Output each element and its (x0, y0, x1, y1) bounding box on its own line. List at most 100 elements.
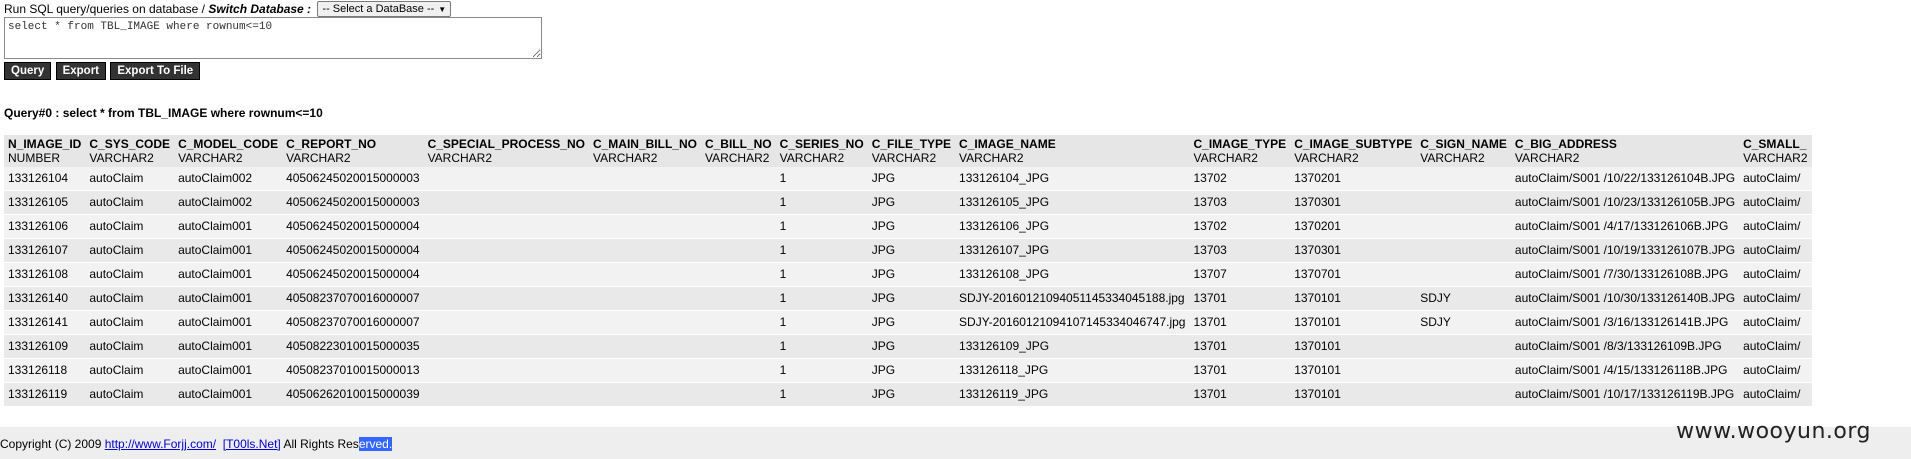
column-type: VARCHAR2 (89, 151, 154, 165)
table-cell: SDJY (1416, 310, 1511, 335)
table-cell: autoClaim001 (174, 310, 283, 335)
table-cell: 133126140 (4, 286, 86, 311)
column-name: C_SPECIAL_PROCESS_NO (427, 137, 585, 151)
table-cell: 133126106_JPG (955, 214, 1190, 239)
column-name: C_BIG_ADDRESS (1514, 137, 1617, 151)
table-cell: 1370101 (1290, 358, 1417, 383)
table-cell (1416, 167, 1511, 191)
table-cell (700, 310, 776, 335)
table-body: 133126104 autoClaim autoClaim002 4050624502… (4, 167, 1812, 407)
column-type: VARCHAR2 (592, 151, 658, 165)
table-cell: autoClaim/ (1739, 334, 1812, 359)
sql-query-input[interactable]: select * from TBL_IMAGE where rownum<=10 (4, 17, 542, 59)
table-cell: 1370101 (1290, 334, 1417, 359)
table-row: 133126140 autoClaim autoClaim001 4050823707… (4, 286, 1812, 311)
table-cell: autoClaim/S001 /10/23/133126105B.JPG (1510, 190, 1740, 215)
table-cell (423, 214, 589, 239)
table-cell: JPG (867, 214, 956, 239)
result-grid: N_IMAGE_ID NUMBER C_SYS_CODE VARCHAR2 C_MODE… (4, 135, 1911, 407)
column-name: C_IMAGE_SUBTYPE (1294, 137, 1413, 151)
database-select[interactable]: -- Select a DataBase -- ▼ (317, 1, 452, 17)
table-cell: 1370701 (1290, 262, 1417, 287)
column-header: C_IMAGE_SUBTYPE VARCHAR2 (1290, 135, 1416, 167)
table-cell (423, 382, 589, 407)
table-cell (700, 167, 776, 191)
table-cell: 13701 (1189, 382, 1291, 407)
table-cell (423, 167, 589, 191)
table-cell: 40508223010015000035 (282, 334, 424, 359)
table-cell: 13703 (1189, 190, 1291, 215)
table-cell (588, 262, 701, 287)
table-row: 133126108 autoClaim autoClaim001 4050624502… (4, 262, 1812, 287)
column-name: C_SERIES_NO (779, 137, 864, 151)
column-name: C_REPORT_NO (286, 137, 377, 151)
column-type: VARCHAR2 (779, 151, 845, 165)
table-cell: 13703 (1189, 238, 1291, 263)
table-cell: autoClaim (85, 358, 175, 383)
table-cell (700, 334, 776, 359)
column-header: C_IMAGE_TYPE VARCHAR2 (1189, 135, 1290, 167)
column-name: C_SIGN_NAME (1420, 137, 1507, 151)
table-cell (423, 262, 589, 287)
table-cell: JPG (867, 262, 956, 287)
table-cell (700, 286, 776, 311)
table-cell (1416, 190, 1511, 215)
table-cell: autoClaim001 (174, 286, 283, 311)
table-cell (588, 167, 701, 191)
table-cell: autoClaim001 (174, 382, 283, 407)
table-cell (1416, 382, 1511, 407)
table-cell (700, 238, 776, 263)
table-cell: 40508237010015000013 (282, 358, 424, 383)
forjj-link[interactable]: http://www.Forjj.com/ (105, 437, 216, 451)
column-header: C_REPORT_NO VARCHAR2 (282, 135, 423, 167)
table-cell: 133126118_JPG (955, 358, 1190, 383)
table-cell: autoClaim001 (174, 358, 283, 383)
table-row: 133126119 autoClaim autoClaim001 4050626201… (4, 382, 1812, 407)
column-header: C_MAIN_BILL_NO VARCHAR2 (589, 135, 701, 167)
table-cell: autoClaim (85, 238, 175, 263)
table-cell: 133126108 (4, 262, 86, 287)
table-row: 133126104 autoClaim autoClaim002 4050624502… (4, 167, 1812, 191)
table-cell: autoClaim (85, 310, 175, 335)
copyright-text: Copyright (C) 2009 (0, 437, 105, 451)
column-type: VARCHAR2 (178, 151, 243, 165)
column-type: VARCHAR2 (1193, 151, 1258, 165)
table-cell: 133126105 (4, 190, 86, 215)
table-cell: autoClaim/S001 /10/17/133126119B.JPG (1510, 382, 1740, 407)
table-cell: 1 (775, 238, 868, 263)
table-cell: autoClaim (85, 382, 175, 407)
table-cell: SDJY-20160121094051145334045188.jpg (955, 286, 1190, 311)
table-cell: 133126105_JPG (955, 190, 1190, 215)
t00ls-link[interactable]: [T00ls.Net] (223, 437, 281, 451)
table-cell (1416, 238, 1511, 263)
table-cell: autoClaim (85, 167, 175, 191)
query-button[interactable]: Query (4, 62, 52, 80)
table-cell: 1370301 (1290, 238, 1417, 263)
table-cell (423, 238, 589, 263)
table-cell: 1 (775, 286, 868, 311)
column-name: C_FILE_TYPE (871, 137, 952, 151)
table-cell: 1370201 (1290, 167, 1417, 191)
table-cell: autoClaim/ (1739, 262, 1812, 287)
export-button[interactable]: Export (55, 62, 107, 80)
export-to-file-button[interactable]: Export To File (110, 62, 201, 80)
action-buttons: Query Export Export To File (4, 62, 201, 80)
column-name: C_IMAGE_NAME (959, 137, 1056, 151)
table-cell: autoClaim001 (174, 334, 283, 359)
table-cell: 1 (775, 262, 868, 287)
table-cell (1416, 358, 1511, 383)
table-cell: autoClaim (85, 334, 175, 359)
table-cell: autoClaim/S001 /10/19/133126107B.JPG (1510, 238, 1740, 263)
switch-database-label: Switch Database : (208, 2, 312, 16)
table-cell: autoClaim001 (174, 262, 283, 287)
table-cell: JPG (867, 382, 956, 407)
table-header-row: N_IMAGE_ID NUMBER C_SYS_CODE VARCHAR2 C_MODE… (4, 135, 1812, 167)
table-cell: 133126119_JPG (955, 382, 1190, 407)
table-cell: 1370301 (1290, 190, 1417, 215)
table-cell (1416, 334, 1511, 359)
table-cell: SDJY (1416, 286, 1511, 311)
column-name: C_MODEL_CODE (178, 137, 279, 151)
table-cell: 133126106 (4, 214, 86, 239)
table-cell (1416, 262, 1511, 287)
table-cell: autoClaim (85, 190, 175, 215)
